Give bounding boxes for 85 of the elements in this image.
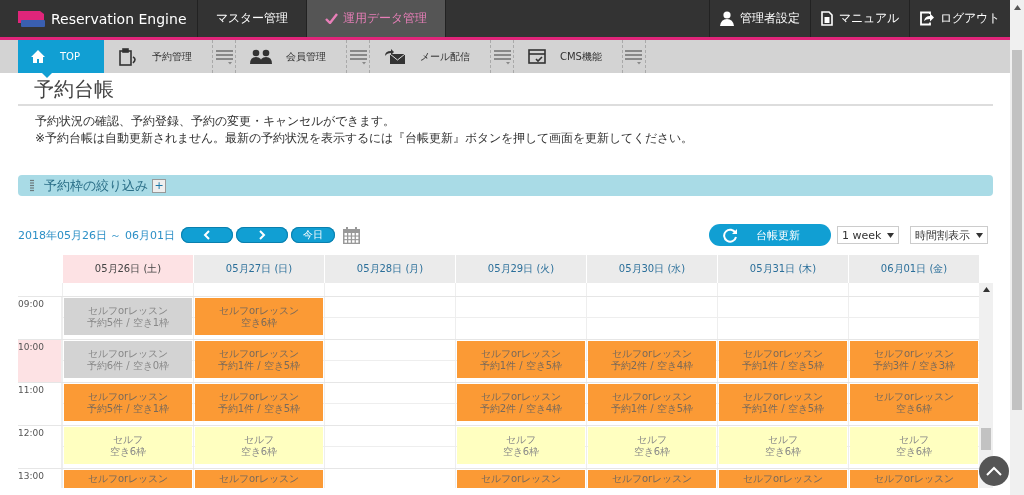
day-header[interactable]: 05月28日 (月)	[324, 255, 455, 283]
period-select[interactable]: 1 week	[837, 226, 899, 244]
nav-tab[interactable]: メール配信	[370, 40, 490, 73]
nav-tab[interactable]: CMS機能	[514, 40, 622, 73]
check-icon	[324, 13, 338, 24]
home-icon	[30, 49, 46, 64]
day-header[interactable]: 05月27日 (日)	[193, 255, 324, 283]
scrollbar-thumb[interactable]	[981, 428, 991, 450]
filter-label: 予約枠の絞り込み	[44, 176, 148, 195]
reservation-slot[interactable]: セルフ 空き6枠	[64, 427, 192, 464]
reservation-slot[interactable]: セルフorレッスン 予約5件 / 空き1枠	[64, 298, 192, 335]
page-title: 予約台帳	[18, 76, 993, 106]
window-check-icon	[528, 48, 546, 65]
up-arrow-icon	[1013, 5, 1021, 10]
reservation-slot[interactable]: セルフ 空き6枠	[850, 427, 978, 464]
expand-button[interactable]: +	[152, 178, 166, 193]
menu-button[interactable]	[490, 40, 514, 73]
time-label: 10:00	[18, 340, 62, 382]
logout-icon	[920, 11, 934, 26]
reservation-slot[interactable]: セルフorレッスン 予約1件 / 空き5枠	[195, 384, 323, 421]
reservation-slot[interactable]: セルフorレッスン 予約5件 / 空き1枠	[64, 384, 192, 421]
up-arrow-icon	[982, 287, 990, 292]
nav-tab[interactable]: 会員管理	[236, 40, 346, 73]
reservation-slot[interactable]: セルフorレッスン 予約6件 / 空き0枠	[64, 341, 192, 378]
reservation-slot[interactable]: セルフorレッスン	[588, 470, 716, 488]
reservation-slot[interactable]: セルフorレッスン 予約1件 / 空き5枠	[719, 384, 847, 421]
reservation-slot[interactable]: セルフorレッスン 予約1件 / 空き5枠	[195, 341, 323, 378]
mode-tab[interactable]: 運用データ管理	[306, 0, 446, 37]
reservation-slot[interactable]: セルフorレッスン 空き6枠	[195, 298, 323, 335]
day-header[interactable]: 06月01日 (金)	[848, 255, 979, 283]
refresh-icon	[723, 227, 738, 243]
description-text: 予約状況の確認、予約登録、予約の変更・キャンセルができます。	[35, 114, 396, 128]
menu-button[interactable]	[346, 40, 370, 73]
day-header[interactable]: 05月26日 (土)	[62, 255, 193, 283]
menu-button[interactable]	[212, 40, 236, 73]
day-header[interactable]: 05月30日 (水)	[586, 255, 717, 283]
day-header[interactable]: 05月29日 (火)	[455, 255, 586, 283]
logo-icon	[18, 10, 45, 27]
menu-icon	[493, 48, 511, 65]
mail-icon	[384, 48, 406, 65]
next-button[interactable]	[236, 227, 288, 243]
menu-button[interactable]	[621, 40, 646, 73]
caret-icon	[976, 232, 983, 238]
reservation-slot[interactable]: セルフ 空き6枠	[195, 427, 323, 464]
calendar-icon[interactable]	[343, 226, 360, 244]
document-icon	[821, 11, 833, 26]
reservation-slot[interactable]: セルフ 空き6枠	[719, 427, 847, 464]
chevron-right-icon	[258, 230, 266, 240]
reservation-slot[interactable]: セルフorレッスン	[195, 470, 323, 488]
reservation-slot[interactable]: セルフorレッスン	[719, 470, 847, 488]
chevron-up-icon	[986, 466, 1002, 476]
reservation-slot[interactable]: セルフorレッスン	[850, 470, 978, 488]
clipboard-icon	[118, 47, 138, 66]
reservation-slot[interactable]: セルフorレッスン 予約1件 / 空き5枠	[457, 341, 585, 378]
reservation-slot[interactable]: セルフorレッスン 予約2件 / 空き4枠	[457, 384, 585, 421]
reservation-slot[interactable]: セルフorレッスン 予約1件 / 空き5枠	[588, 384, 716, 421]
view-select[interactable]: 時間割表示	[910, 226, 988, 244]
today-button[interactable]: 今日	[291, 227, 335, 243]
reservation-slot[interactable]: セルフorレッスン 予約3件 / 空き3枠	[850, 341, 978, 378]
page-scrollbar[interactable]	[1010, 0, 1024, 495]
user-icon	[720, 11, 734, 26]
date-range: 2018年05月26日 ～ 06月01日	[18, 227, 175, 243]
reservation-slot[interactable]: セルフorレッスン 予約2件 / 空き4枠	[588, 341, 716, 378]
menu-icon	[349, 48, 367, 65]
caret-icon	[887, 232, 894, 238]
menu-icon	[215, 48, 233, 65]
previous-button[interactable]	[181, 227, 233, 243]
app-name: Reservation Engine	[51, 10, 187, 27]
reservation-slot[interactable]: セルフorレッスン	[64, 470, 192, 488]
tab-pointer	[42, 73, 52, 78]
refresh-button[interactable]: 台帳更新	[709, 224, 831, 246]
nav-tab[interactable]: 予約管理	[104, 40, 212, 73]
reservation-slot[interactable]: セルフorレッスン 予約1件 / 空き5枠	[719, 341, 847, 378]
reservation-slot[interactable]: セルフ 空き6枠	[588, 427, 716, 464]
menu-icon	[625, 48, 643, 65]
people-icon	[250, 49, 272, 64]
day-header[interactable]: 05月31日 (木)	[717, 255, 848, 283]
reservation-slot[interactable]: セルフ 空き6枠	[457, 427, 585, 464]
description-text: ※予約台帳は自動更新されません。最新の予約状況を表示するには『台帳更新』ボタンを押して画面を更新してください。	[35, 131, 695, 145]
scroll-top-button[interactable]	[979, 456, 1009, 486]
grip-icon	[30, 179, 34, 192]
filter-bar[interactable]: 予約枠の絞り込み +	[18, 175, 993, 196]
chevron-left-icon	[203, 230, 211, 240]
reservation-slot[interactable]: セルフorレッスン	[457, 470, 585, 488]
reservation-slot[interactable]: セルフorレッスン 空き6枠	[850, 384, 978, 421]
